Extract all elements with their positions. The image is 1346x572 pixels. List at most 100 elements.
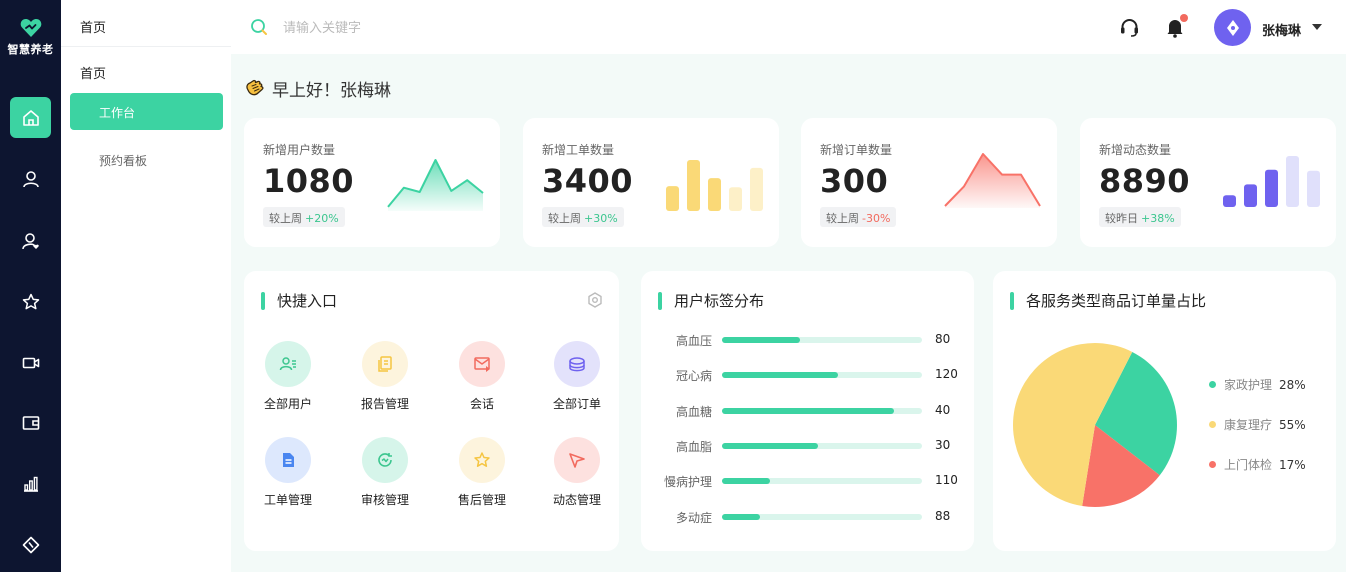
quick-entry-item[interactable]: 全部用户 — [248, 341, 328, 412]
sparkline-posts — [1223, 156, 1320, 207]
quick-entry-item[interactable]: 工单管理 — [248, 437, 328, 508]
change-value: +30% — [584, 212, 618, 225]
sparkline-bar — [1286, 156, 1299, 207]
clap-hands-icon — [246, 79, 264, 95]
tag-row: 高血脂 30 — [641, 436, 975, 456]
rail-user-button[interactable] — [10, 158, 51, 199]
logo-heart-icon — [20, 19, 41, 37]
rail-user-care-button[interactable] — [10, 220, 51, 261]
tag-row: 冠心病 120 — [641, 365, 975, 385]
legend-item: 家政护理 28% — [1209, 376, 1306, 393]
rail-home-button[interactable] — [10, 97, 51, 138]
tag-name: 高血糖 — [675, 404, 712, 419]
stat-label: 新增用户数量 — [263, 143, 336, 157]
rail-shortcut-button[interactable] — [10, 524, 51, 565]
quick-entry-icon-bg — [459, 341, 505, 387]
notification-button[interactable] — [1166, 14, 1188, 42]
submenu-item-workbench[interactable]: 工作台 — [70, 93, 223, 130]
user-name[interactable]: 张梅琳 — [1262, 20, 1301, 39]
tag-name: 高血压 — [675, 334, 712, 348]
submenu-item-appointments[interactable]: 预约看板 — [70, 141, 223, 178]
bar-chart-icon — [23, 476, 38, 492]
stat-card-orders: 新增订单数量 300 较上周 -30% — [801, 118, 1057, 247]
rail-wallet-button[interactable] — [10, 402, 51, 443]
stat-compare: 较上周 +20% — [263, 207, 345, 227]
tag-bar-track — [722, 407, 922, 414]
pie-chart — [1012, 342, 1177, 507]
search-input[interactable]: 请输入关键字 — [283, 17, 361, 36]
user-menu-caret-icon[interactable] — [1312, 24, 1322, 30]
tag-bar-track — [722, 442, 922, 449]
tag-row: 高血糖 40 — [641, 401, 975, 421]
stat-card-work-orders: 新增工单数量 3400 较上周 +30% — [523, 118, 779, 247]
tag-bar-fill — [722, 337, 800, 343]
sparkline-area — [388, 160, 483, 211]
quick-entry-item[interactable]: 会话 — [442, 341, 522, 412]
submenu-group-home[interactable]: 首页 — [80, 63, 106, 82]
settings-icon[interactable] — [587, 292, 603, 308]
sparkline-bar — [1307, 170, 1320, 207]
stat-card-users: 新增用户数量 1080 较上周 +20% — [244, 118, 500, 247]
compare-label: 较上周 — [269, 212, 302, 225]
stat-label: 新增动态数量 — [1099, 143, 1172, 157]
legend-dot — [1209, 461, 1216, 468]
tag-row: 多动症 88 — [641, 507, 975, 527]
search-icon — [251, 18, 267, 35]
stat-value: 3400 — [542, 162, 634, 200]
legend-label: 上门体检 — [1224, 458, 1273, 472]
tag-bar-fill — [722, 442, 818, 449]
tag-value: 80 — [935, 332, 951, 346]
tag-value: 40 — [935, 402, 951, 417]
quick-entry-item[interactable]: 动态管理 — [537, 437, 617, 508]
icon-rail: 智慧养老 — [0, 0, 61, 572]
greeting: 早上好！张梅琳 — [244, 76, 391, 101]
legend-percent: 17% — [1279, 457, 1306, 472]
legend-percent: 28% — [1279, 377, 1306, 392]
sparkline-work-orders — [666, 160, 763, 211]
support-button[interactable] — [1119, 17, 1140, 42]
rail-stats-button[interactable] — [10, 463, 51, 504]
dashboard-app: 智慧养老 首页 首页 工作台 预约看板 请输入关键字 张梅琳 早上好！张梅琳 新… — [0, 0, 1346, 572]
quick-entry-icon-bg — [265, 437, 311, 483]
quick-entry-icon-bg — [554, 341, 600, 387]
quick-entry-item[interactable]: 报告管理 — [345, 341, 425, 412]
sparkline-bar — [1265, 169, 1278, 207]
rail-favorite-button[interactable] — [10, 281, 51, 322]
home-icon — [22, 109, 39, 126]
sparkline-bar — [750, 167, 763, 211]
tag-value: 88 — [935, 508, 951, 523]
quick-entry-label: 会话 — [469, 397, 494, 411]
sparkline-bar — [687, 160, 700, 211]
sparkline-users — [387, 159, 484, 211]
sub-menu: 首页 首页 工作台 预约看板 — [61, 0, 231, 572]
quick-entry-item[interactable]: 审核管理 — [345, 437, 425, 508]
tag-bar-fill — [722, 372, 838, 379]
legend-item: 康复理疗 55% — [1209, 416, 1306, 433]
avatar[interactable] — [1214, 9, 1251, 46]
tag-bar-fill — [722, 478, 770, 485]
quick-entry-panel: 快捷入口 全部用户 报告管理 会话 全部订单 工单管理 审核管理 售后管理 动态管理 — [244, 271, 619, 551]
quick-entry-item[interactable]: 全部订单 — [537, 341, 617, 412]
after-sale-icon — [474, 452, 490, 467]
legend-label: 家政护理 — [1224, 378, 1273, 392]
search-box[interactable]: 请输入关键字 — [250, 17, 361, 36]
quick-entry-label: 全部用户 — [263, 397, 312, 411]
stat-compare: 较昨日 +38% — [1099, 207, 1181, 227]
rail-video-button[interactable] — [10, 342, 51, 383]
video-icon — [22, 357, 39, 368]
send-icon — [569, 453, 585, 468]
stat-label: 新增订单数量 — [820, 143, 893, 157]
legend-percent: 55% — [1279, 417, 1306, 432]
sparkline-bar — [666, 186, 679, 211]
quick-entry-icon-bg — [554, 437, 600, 483]
compare-label: 较上周 — [826, 212, 859, 225]
tag-name: 高血脂 — [675, 439, 712, 454]
tag-bar-track — [722, 513, 922, 520]
change-value: -30% — [862, 212, 891, 225]
sparkline-bar — [708, 178, 721, 211]
quick-entry-label: 审核管理 — [360, 493, 409, 507]
quick-entry-item[interactable]: 售后管理 — [442, 437, 522, 508]
top-bar: 请输入关键字 张梅琳 — [231, 0, 1346, 54]
change-value: +38% — [1141, 212, 1175, 225]
quick-entry-icon-bg — [362, 341, 408, 387]
